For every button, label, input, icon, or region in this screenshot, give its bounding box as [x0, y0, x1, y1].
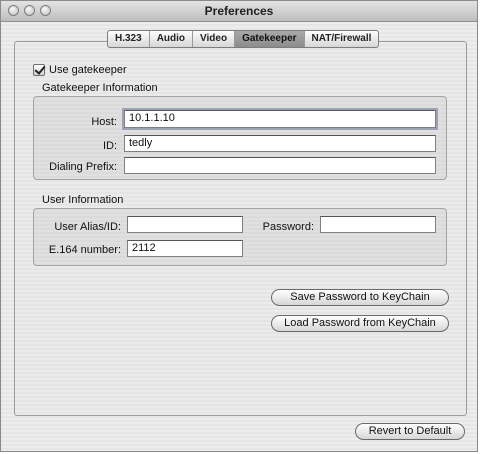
password-label: Password:: [262, 221, 314, 233]
save-password-keychain-button[interactable]: Save Password to KeyChain: [271, 289, 449, 306]
user-alias-label: User Alias/ID:: [54, 221, 121, 233]
title-bar[interactable]: Preferences: [1, 1, 477, 22]
use-gatekeeper-row[interactable]: Use gatekeeper: [33, 64, 127, 76]
host-label: Host:: [91, 116, 117, 128]
tab-h323[interactable]: H.323: [108, 31, 149, 47]
e164-field[interactable]: 2112: [127, 240, 243, 257]
dialing-prefix-label: Dialing Prefix:: [49, 161, 117, 173]
host-field[interactable]: 10.1.1.10: [124, 110, 436, 128]
tab-nat-firewall[interactable]: NAT/Firewall: [303, 31, 379, 47]
load-password-keychain-button[interactable]: Load Password from KeyChain: [271, 315, 449, 332]
id-field[interactable]: tedly: [124, 135, 436, 152]
use-gatekeeper-label: Use gatekeeper: [49, 64, 127, 76]
tab-gatekeeper[interactable]: Gatekeeper: [234, 31, 304, 47]
preferences-window: Preferences H.323 Audio Video Gatekeeper…: [0, 0, 478, 452]
revert-to-default-button[interactable]: Revert to Default: [355, 423, 465, 440]
password-field[interactable]: [320, 216, 436, 233]
id-label: ID:: [102, 140, 117, 152]
gatekeeper-info-title: Gatekeeper Information: [42, 82, 158, 94]
window-content: H.323 Audio Video Gatekeeper NAT/Firewal…: [1, 22, 477, 451]
tab-audio[interactable]: Audio: [148, 31, 192, 47]
use-gatekeeper-checkbox[interactable]: [33, 64, 45, 76]
e164-label: E.164 number:: [48, 244, 121, 256]
user-alias-field[interactable]: [127, 216, 243, 233]
dialing-prefix-field[interactable]: [124, 157, 436, 174]
window-title: Preferences: [204, 4, 274, 18]
tab-bar: H.323 Audio Video Gatekeeper NAT/Firewal…: [107, 30, 380, 48]
tab-video[interactable]: Video: [192, 31, 234, 47]
user-info-title: User Information: [42, 194, 124, 206]
